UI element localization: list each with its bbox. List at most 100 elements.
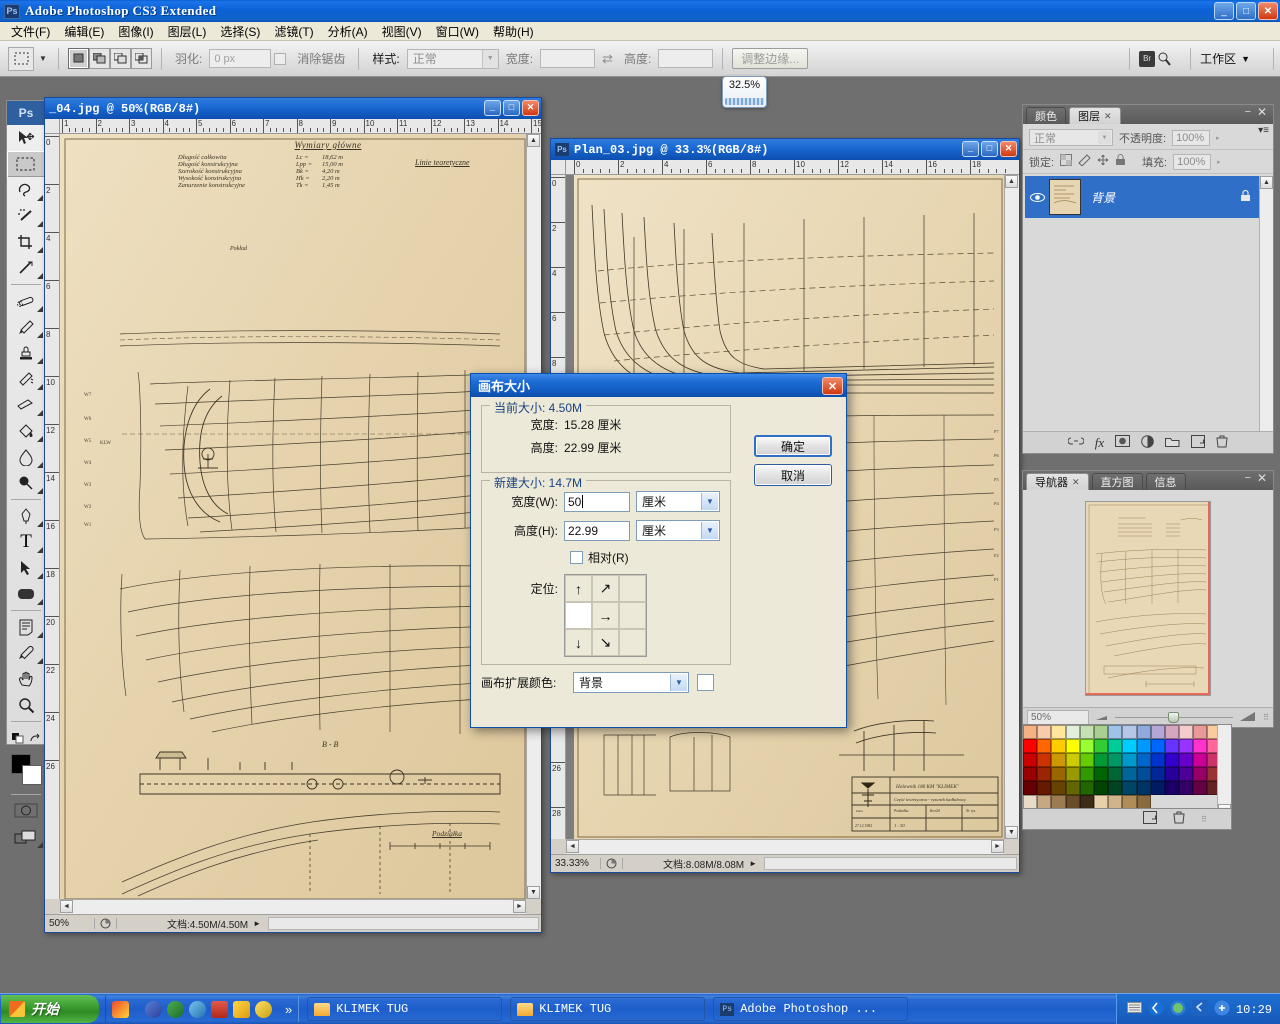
color-swatch[interactable] [1093,767,1109,781]
foreground-background-color-picker[interactable] [7,751,45,791]
color-swatch[interactable] [1051,795,1066,809]
color-swatch[interactable] [1179,739,1194,753]
color-swatch[interactable] [1065,725,1080,739]
anchor-bottom-right[interactable] [619,629,646,656]
eyedropper-tool[interactable] [7,640,45,666]
lock-image-pixels-icon[interactable] [1078,154,1091,169]
panel-menu-icon[interactable]: ▾≡ [1258,125,1269,136]
screen-mode-button[interactable] [7,824,45,850]
anchor-top-left[interactable]: ↑ [565,575,592,602]
navigator-view-box[interactable] [1086,502,1210,695]
horizontal-ruler-plan03[interactable]: 0 2 4 6 8 10 12 14 16 18 [566,160,1019,175]
taskbar-clock[interactable]: 10:29 [1236,1003,1272,1017]
blur-tool[interactable] [7,444,45,470]
ok-button[interactable]: 确定 [754,435,832,457]
scroll-down-arrow-icon[interactable]: ▼ [527,886,540,899]
color-swatch[interactable] [1079,795,1094,809]
anchor-middle-right[interactable] [619,602,646,629]
minimize-button[interactable]: _ [1214,2,1234,20]
extension-color-select[interactable]: 背景 ▼ [573,672,689,693]
relative-checkbox[interactable] [570,551,583,564]
feather-input[interactable]: 0 px [209,49,272,68]
style-select[interactable]: 正常 ▼ [406,48,499,69]
tray-keyboard-icon[interactable] [1126,1002,1142,1017]
color-swatch[interactable] [1065,781,1080,795]
anchor-top-center[interactable]: ↗ [592,575,619,602]
menu-item-layer[interactable]: 图层(L) [161,21,214,42]
navigator-preview-area[interactable] [1023,490,1273,707]
fx-icon[interactable]: fx [1095,435,1104,451]
list-item[interactable]: 背景 [1025,176,1259,218]
delete-swatch-icon[interactable] [1173,811,1185,827]
color-swatch[interactable] [1193,725,1208,739]
color-swatch[interactable] [1136,767,1151,781]
width-input[interactable] [540,49,596,68]
menu-item-image[interactable]: 图像(I) [111,21,160,42]
vertical-ruler-plan04[interactable]: 0 2 4 6 8 10 12 14 16 18 20 22 24 26 [45,134,60,899]
navigator-zoom-input[interactable]: 50% [1027,710,1089,725]
color-swatch[interactable] [1122,795,1137,809]
status-menu-arrow-icon[interactable]: ► [744,859,762,868]
ruler-origin-corner-plan04[interactable] [45,119,60,134]
document-close-button[interactable]: ✕ [1000,141,1017,157]
color-swatch[interactable] [1023,781,1038,795]
eraser-tool[interactable] [7,392,45,418]
ruler-origin-corner-plan03[interactable] [551,160,566,175]
canvas-plan04[interactable]: W7W6 W5W4 W3W2 W1 W7W6 W5W4 W3W2 W1 KLW … [60,134,526,899]
new-height-input[interactable]: 22.99 [564,520,630,541]
anchor-grid[interactable]: ↑ ↗ → ↓ ↘ [564,574,647,657]
quicklaunch-ie-icon[interactable] [189,1000,206,1018]
panel-close-icon[interactable]: ✕ [1257,105,1267,119]
color-swatch[interactable] [1108,795,1123,809]
zoom-tool[interactable] [7,692,45,718]
color-swatch[interactable] [1150,767,1165,781]
panel-close-icon[interactable]: ✕ [1257,471,1267,485]
resize-grip-icon[interactable]: ⠿ [1201,815,1207,824]
color-swatch[interactable] [1079,725,1094,739]
quicklaunch-globe-icon[interactable] [167,1000,184,1018]
scroll-up-arrow-icon[interactable]: ▲ [1005,175,1018,188]
notes-tool[interactable] [7,614,45,640]
color-swatch[interactable] [1164,739,1180,753]
color-swatch[interactable] [1193,753,1208,767]
color-swatch[interactable] [1150,725,1165,739]
default-colors-and-swap[interactable] [7,725,45,751]
color-swatch[interactable] [1023,767,1038,781]
color-swatch[interactable] [1122,767,1137,781]
scroll-left-arrow-icon[interactable]: ◄ [566,840,579,853]
type-tool[interactable]: T [7,529,45,555]
background-color-swatch[interactable] [22,765,42,785]
scroll-up-arrow-icon[interactable]: ▲ [1260,176,1273,189]
document-close-button[interactable]: ✕ [522,100,539,116]
rectangular-marquee-tool[interactable] [7,151,45,177]
color-swatch[interactable] [1108,753,1123,767]
path-selection-tool[interactable] [7,555,45,581]
anchor-middle-center[interactable]: → [592,602,619,629]
lasso-tool[interactable] [7,177,45,203]
scroll-left-arrow-icon[interactable]: ◄ [60,900,73,913]
new-swatch-icon[interactable] [1143,811,1158,827]
group-icon[interactable] [1165,436,1180,450]
zoom-level-plan04[interactable]: 50% [45,918,95,929]
color-swatch[interactable] [1164,781,1180,795]
color-swatch[interactable] [1136,739,1151,753]
color-swatch[interactable] [1079,739,1094,753]
status-proxy-icon[interactable] [95,918,117,929]
color-swatch[interactable] [1122,753,1137,767]
color-swatch[interactable] [1150,781,1165,795]
menu-item-select[interactable]: 选择(S) [213,21,267,42]
workspace-button[interactable]: 工作区 ▼ [1200,50,1250,67]
brush-tool[interactable] [7,314,45,340]
color-swatch[interactable] [1150,753,1165,767]
color-swatch[interactable] [1065,739,1080,753]
color-swatch[interactable] [1037,753,1052,767]
tool-preset-chevron-down-icon[interactable]: ▼ [37,54,49,63]
lock-position-icon[interactable] [1097,154,1109,169]
color-swatch[interactable] [1179,767,1194,781]
color-swatch[interactable] [1037,781,1052,795]
status-drag-track[interactable] [764,857,1017,870]
adjustment-icon[interactable] [1141,434,1154,451]
color-swatch[interactable] [1023,795,1038,809]
shape-tool[interactable] [7,581,45,607]
anchor-top-right[interactable] [619,575,646,602]
